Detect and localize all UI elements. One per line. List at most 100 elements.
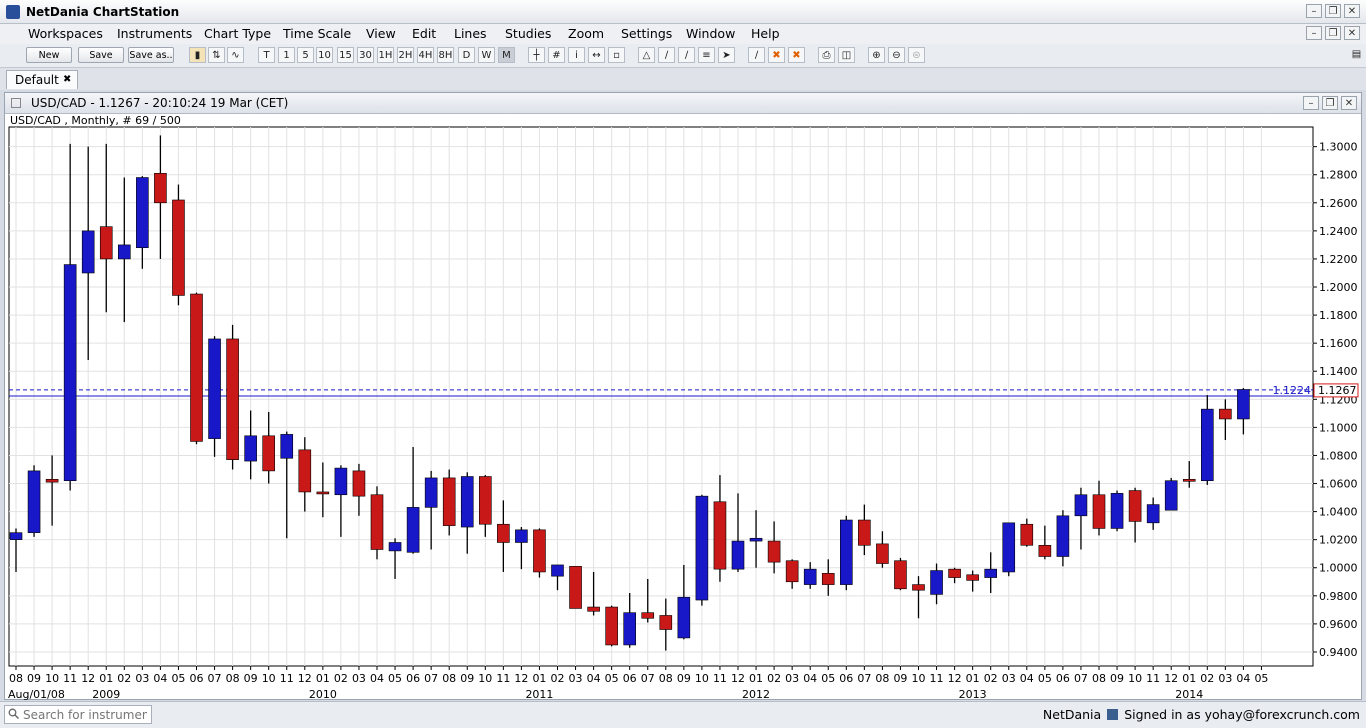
timescale-1min[interactable]: 1 xyxy=(278,47,295,63)
candle[interactable] xyxy=(208,338,221,439)
candle[interactable] xyxy=(767,540,781,563)
candle[interactable] xyxy=(930,570,943,595)
timescale-4h[interactable]: 4H xyxy=(417,47,434,63)
zoom-in-icon[interactable]: ⊕ xyxy=(868,47,885,63)
candle[interactable] xyxy=(244,435,257,462)
menu-lines[interactable]: Lines xyxy=(454,26,487,41)
timescale-30min[interactable]: 30 xyxy=(357,47,374,63)
candle[interactable] xyxy=(118,244,131,260)
candle[interactable] xyxy=(262,435,276,472)
search-input[interactable] xyxy=(23,707,147,722)
candle[interactable] xyxy=(316,491,330,495)
candle[interactable] xyxy=(334,467,348,496)
candle[interactable] xyxy=(569,566,582,609)
candle[interactable] xyxy=(460,476,474,528)
candle[interactable] xyxy=(1219,408,1232,420)
candle[interactable] xyxy=(45,479,59,483)
bell-alert-icon[interactable]: △ xyxy=(638,47,655,63)
print-preview-icon[interactable]: ◫ xyxy=(838,47,855,63)
close-icon[interactable]: ✕ xyxy=(1344,4,1360,18)
candle[interactable] xyxy=(388,542,402,552)
menu-help[interactable]: Help xyxy=(751,26,780,41)
candle[interactable] xyxy=(749,537,763,542)
menu-edit[interactable]: Edit xyxy=(412,26,436,41)
candle[interactable] xyxy=(731,540,745,570)
candle[interactable] xyxy=(876,543,889,564)
instrument-search[interactable] xyxy=(4,705,152,724)
delete-drawing-icon[interactable]: ✖ xyxy=(768,47,785,63)
candle[interactable] xyxy=(154,173,167,204)
candle[interactable] xyxy=(894,560,907,590)
candle[interactable] xyxy=(1128,490,1142,522)
trendline-icon[interactable]: ∕ xyxy=(658,47,675,63)
candle[interactable] xyxy=(280,434,294,459)
timescale-daily[interactable]: D xyxy=(458,47,475,63)
candle[interactable] xyxy=(1146,504,1160,524)
candle[interactable] xyxy=(659,615,673,630)
candle[interactable] xyxy=(821,573,835,585)
menu-studies[interactable]: Studies xyxy=(505,26,551,41)
menu-settings[interactable]: Settings xyxy=(621,26,672,41)
candle[interactable] xyxy=(1164,480,1178,511)
candle[interactable] xyxy=(1002,522,1016,573)
timescale-tick[interactable]: T xyxy=(258,47,275,63)
candle[interactable] xyxy=(1201,408,1214,482)
candle[interactable] xyxy=(858,519,871,546)
candle[interactable] xyxy=(190,293,203,442)
close-icon[interactable]: ✕ xyxy=(1341,96,1357,110)
candle[interactable] xyxy=(9,532,23,540)
zoom-out-icon[interactable]: ⊖ xyxy=(888,47,905,63)
volume-icon[interactable]: ▫ xyxy=(608,47,625,63)
candle[interactable] xyxy=(551,564,564,577)
candle[interactable] xyxy=(424,477,438,508)
timescale-10min[interactable]: 10 xyxy=(316,47,333,63)
restore-icon[interactable]: ❐ xyxy=(1325,26,1341,40)
candle[interactable] xyxy=(677,596,691,639)
candlestick-chart-icon[interactable]: ▮ xyxy=(189,47,206,63)
candle[interactable] xyxy=(478,476,492,525)
timescale-8h[interactable]: 8H xyxy=(437,47,454,63)
grid-icon[interactable]: # xyxy=(548,47,565,63)
candle[interactable] xyxy=(352,470,366,497)
candle[interactable] xyxy=(533,529,546,573)
candle[interactable] xyxy=(406,507,420,553)
ohlc-bar-chart-icon[interactable]: ⇅ xyxy=(208,47,225,63)
candle[interactable] xyxy=(587,606,600,612)
candle[interactable] xyxy=(172,199,185,296)
candle[interactable] xyxy=(497,523,510,543)
new-button[interactable]: New xyxy=(26,47,72,63)
candlestick-chart[interactable]: 1.3000 1.2800 1.2600 1.2400 1.2200 1.2000 1.18… xyxy=(5,113,1361,700)
save-as-button[interactable]: Save as.. xyxy=(128,47,174,63)
minimize-icon[interactable]: – xyxy=(1306,4,1322,18)
tab-close-icon[interactable]: ✖ xyxy=(63,74,71,85)
minimize-icon[interactable]: – xyxy=(1306,26,1322,40)
timescale-weekly[interactable]: W xyxy=(478,47,495,63)
scroll-arrows-icon[interactable]: ↔ xyxy=(588,47,605,63)
candle[interactable] xyxy=(623,612,637,646)
candle[interactable] xyxy=(1092,494,1106,529)
timescale-1h[interactable]: 1H xyxy=(377,47,394,63)
candle[interactable] xyxy=(226,338,239,460)
menu-zoom[interactable]: Zoom xyxy=(568,26,604,41)
candle[interactable] xyxy=(605,606,618,646)
delete-all-icon[interactable]: ✖ xyxy=(788,47,805,63)
candle[interactable] xyxy=(298,449,312,493)
restore-icon[interactable]: ❐ xyxy=(1325,4,1341,18)
menu-instruments[interactable]: Instruments xyxy=(117,26,192,41)
close-icon[interactable]: ✕ xyxy=(1344,26,1360,40)
candle[interactable] xyxy=(803,568,817,585)
crosshair-icon[interactable]: ┼ xyxy=(528,47,545,63)
toolbar-menu-icon[interactable]: ▤ xyxy=(1348,47,1365,63)
candle[interactable] xyxy=(839,519,853,585)
candle[interactable] xyxy=(695,495,709,601)
timescale-5min[interactable]: 5 xyxy=(297,47,314,63)
menu-window[interactable]: Window xyxy=(686,26,735,41)
candle[interactable] xyxy=(136,177,149,249)
candle[interactable] xyxy=(1020,523,1034,546)
minimize-icon[interactable]: – xyxy=(1303,96,1319,110)
candle[interactable] xyxy=(442,477,456,526)
candle[interactable] xyxy=(713,501,727,570)
candle[interactable] xyxy=(1110,493,1124,529)
candle[interactable] xyxy=(912,584,925,591)
candle[interactable] xyxy=(1038,544,1052,557)
